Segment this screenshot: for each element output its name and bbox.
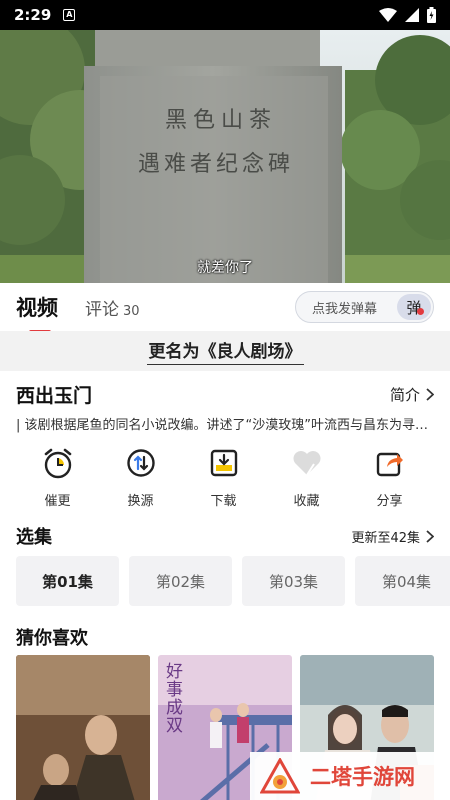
download-button[interactable]: 下载 [182,446,265,512]
show-title: 西出玉门 [16,384,93,407]
recommend-heading: 猜你喜欢 [16,628,88,649]
video-player[interactable]: 黑色山茶 遇难者纪念碑 就差你了 [0,30,450,283]
favorite-label: 收藏 [293,494,320,509]
danmu-placeholder: 点我发弹幕 [312,301,378,317]
status-bar: 2:29 A [0,0,450,30]
poster-title: 好事成双 [166,662,183,736]
chevron-right-icon [426,529,434,543]
remind-update-button[interactable]: 催更 [16,446,99,512]
danmu-input[interactable]: 点我发弹幕 弹 [295,291,434,323]
switch-source-button[interactable]: 换源 [99,446,182,512]
episodes-header: 选集 更新至42集 [16,524,434,548]
detail-tabs: 视频 评论 30 点我发弹幕 弹 [0,283,450,334]
episode-list: 第01集 第02集 第03集 第04集 [16,556,450,606]
download-icon [210,449,237,477]
intro-label: 简介 [389,385,420,404]
comment-count: 30 [123,303,140,319]
share-icon [376,452,403,477]
site-watermark: 二塔手游网 [250,752,450,800]
heart-icon [293,451,320,476]
episodes-heading: 选集 [16,527,52,548]
status-time: 2:29 [14,6,52,24]
danmu-toggle-button[interactable]: 弹 [397,294,431,320]
notification-a-icon: A [63,9,76,21]
episode-item[interactable]: 第02集 [129,556,232,606]
watermark-logo-icon [260,758,300,794]
tab-comments-label: 评论 [85,299,119,320]
episode-item[interactable]: 第04集 [355,556,450,606]
switch-source-label: 换源 [127,494,154,509]
episode-item[interactable]: 第03集 [242,556,345,606]
download-label: 下载 [210,494,237,509]
signal-icon [405,8,419,22]
tab-comments[interactable]: 评论 30 [85,295,140,320]
action-row: 催更 换源 下载 收藏 分享 [0,446,450,512]
episodes-update-text: 更新至42集 [351,530,420,546]
episode-item[interactable]: 第01集 [16,556,119,606]
show-title-row: 西出玉门 简介 [16,381,434,407]
monument-line-2: 遇难者纪念碑 [138,152,295,177]
show-description[interactable]: | 该剧根据尾鱼的同名小说改编。讲述了“沙漠玫瑰”叶流西与昌东为寻找被遗忘的过去… [16,414,434,433]
episodes-more-link[interactable]: 更新至42集 [351,527,434,546]
favorite-button[interactable]: 收藏 [265,446,348,512]
rename-notice[interactable]: 更名为《良人剧场》 [0,331,450,371]
rename-notice-text: 更名为《良人剧场》 [146,337,304,365]
share-label: 分享 [376,494,403,509]
monument-inscription: 黑色山茶 遇难者纪念碑 [0,30,450,283]
poster-item[interactable] [16,655,150,800]
watermark-text: 二塔手游网 [310,765,415,789]
danmu-settings-dot [417,308,424,315]
switch-source-icon [126,449,155,477]
battery-icon [427,7,436,23]
video-subtitle: 就差你了 [197,260,253,276]
share-button[interactable]: 分享 [348,446,431,512]
poster-image [16,655,150,800]
alarm-clock-icon [44,448,71,479]
tab-video[interactable]: 视频 [16,292,58,334]
tab-video-label: 视频 [16,296,58,320]
monument-line-1: 黑色山茶 [165,108,278,133]
chevron-right-icon [426,387,434,401]
intro-link[interactable]: 简介 [390,384,434,405]
wifi-icon [379,8,397,22]
remind-update-label: 催更 [44,494,71,509]
